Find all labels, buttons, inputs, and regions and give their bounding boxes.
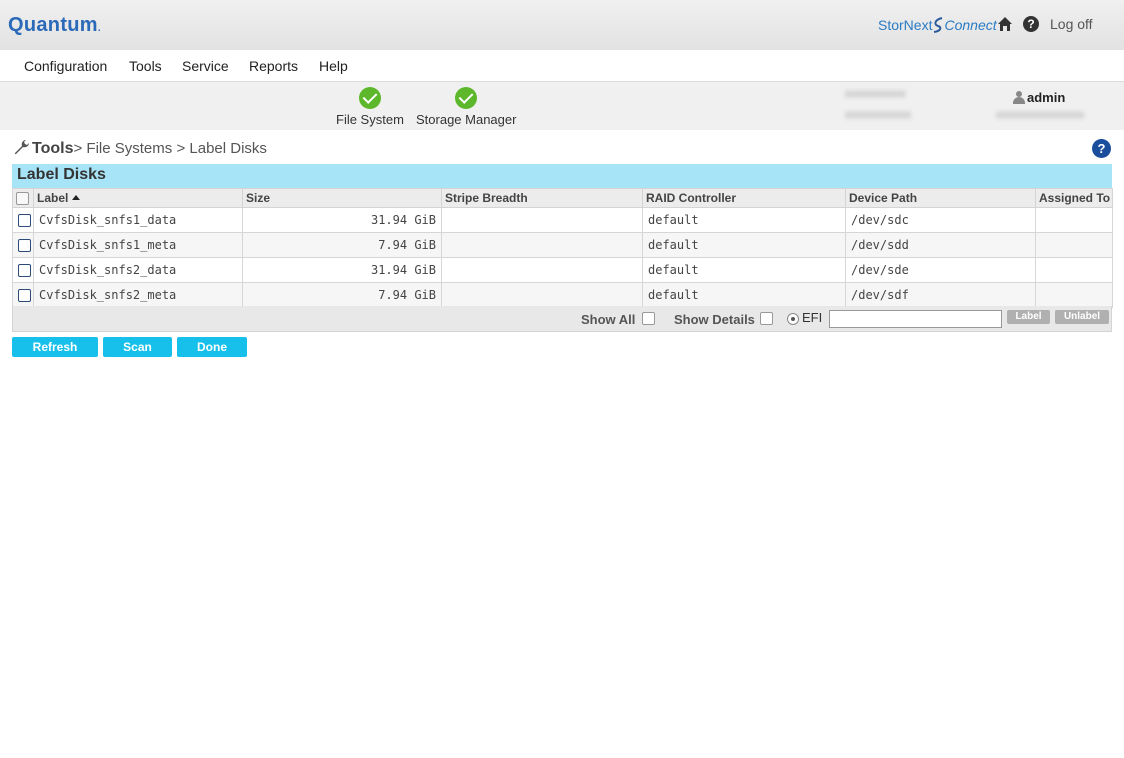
cell-size: 7.94 GiB (242, 282, 442, 308)
cell-raid-controller: default (642, 257, 846, 283)
row-checkbox[interactable] (18, 239, 31, 252)
main-menu: Configuration Tools Service Reports Help (0, 50, 1124, 82)
menu-help[interactable]: Help (319, 58, 348, 74)
status-label: Storage Manager (416, 112, 517, 127)
cell-stripe-breadth (441, 282, 643, 308)
column-header-raid-controller[interactable]: RAID Controller (642, 188, 846, 208)
user-name: admin (1027, 90, 1066, 105)
cell-stripe-breadth (441, 207, 643, 233)
row-select-cell (12, 282, 34, 308)
breadcrumb-separator: > (172, 140, 190, 157)
table-row[interactable]: CvfsDisk_snfs2_meta 7.94 GiB default /de… (12, 282, 1113, 308)
unlabel-button[interactable]: Unlabel (1055, 310, 1109, 324)
column-header-size[interactable]: Size (242, 188, 442, 208)
cell-device-path: /dev/sdc (845, 207, 1036, 233)
menu-tools[interactable]: Tools (129, 58, 162, 74)
done-button[interactable]: Done (177, 337, 247, 357)
redacted-hostname: xxxxxxxxxxx (845, 88, 906, 100)
cell-size: 31.94 GiB (242, 207, 442, 233)
breadcrumb-tools[interactable]: Tools (32, 140, 73, 157)
show-details-label: Show Details (674, 312, 755, 327)
label-button[interactable]: Label (1007, 310, 1050, 324)
table-header-row: Label Size Stripe Breadth RAID Controlle… (12, 188, 1113, 208)
cell-device-path: /dev/sde (845, 257, 1036, 283)
row-checkbox[interactable] (18, 264, 31, 277)
connect-label: Connect (944, 17, 997, 33)
user-icon (1013, 91, 1025, 104)
breadcrumb-separator: > (73, 140, 87, 157)
row-checkbox[interactable] (18, 214, 31, 227)
cell-assigned-to (1035, 207, 1113, 233)
cell-label: CvfsDisk_snfs2_data (33, 257, 243, 283)
row-select-cell (12, 232, 34, 258)
redacted-serial: xxxxxxxxxxxxxxxx (996, 109, 1084, 121)
help-icon[interactable]: ? (1023, 16, 1039, 32)
status-label: File System (336, 112, 404, 127)
column-header-label[interactable]: Label (33, 188, 243, 208)
cell-device-path: /dev/sdf (845, 282, 1036, 308)
breadcrumb: Tools> File Systems > Label Disks (12, 138, 267, 158)
cell-raid-controller: default (642, 282, 846, 308)
efi-label: EFI (802, 310, 823, 325)
ok-check-icon (455, 87, 478, 109)
menu-reports[interactable]: Reports (249, 58, 298, 74)
table-row[interactable]: CvfsDisk_snfs1_data 31.94 GiB default /d… (12, 207, 1113, 233)
cell-size: 31.94 GiB (242, 257, 442, 283)
ok-check-icon (358, 87, 381, 109)
stornext-connect-logo[interactable]: StorNext Connect (878, 17, 997, 33)
cell-stripe-breadth (441, 232, 643, 258)
refresh-button[interactable]: Refresh (12, 337, 98, 357)
cell-assigned-to (1035, 257, 1113, 283)
top-header: Quantum. StorNext Connect ? Log off (0, 0, 1124, 50)
redacted-ip: xxxxxxxxxxxx (845, 109, 911, 121)
cell-raid-controller: default (642, 207, 846, 233)
cell-label: CvfsDisk_snfs2_meta (33, 282, 243, 308)
efi-radio[interactable] (787, 313, 799, 325)
label-name-input[interactable] (829, 310, 1002, 328)
scan-button[interactable]: Scan (103, 337, 172, 357)
panel-title: Label Disks (12, 164, 1112, 188)
column-header-device-path[interactable]: Device Path (845, 188, 1036, 208)
cell-assigned-to (1035, 232, 1113, 258)
menu-configuration[interactable]: Configuration (24, 58, 107, 74)
status-bar: File System Storage Manager xxxxxxxxxxx … (0, 82, 1124, 130)
quantum-logo[interactable]: Quantum. (8, 14, 101, 37)
status-storage-manager[interactable]: Storage Manager (416, 87, 516, 127)
show-all-label: Show All (581, 312, 636, 327)
breadcrumb-label-disks: Label Disks (189, 140, 267, 157)
cell-assigned-to (1035, 282, 1113, 308)
cell-device-path: /dev/sdd (845, 232, 1036, 258)
sort-ascending-icon (72, 195, 81, 200)
column-header-assigned-to[interactable]: Assigned To (1035, 188, 1113, 208)
row-select-cell (12, 207, 34, 233)
page-help-icon[interactable]: ? (1092, 139, 1111, 158)
logoff-link[interactable]: Log off (1050, 16, 1093, 32)
stornext-label: StorNext (878, 17, 933, 33)
show-details-checkbox[interactable] (760, 312, 773, 325)
row-select-cell (12, 257, 34, 283)
cell-size: 7.94 GiB (242, 232, 442, 258)
cell-label: CvfsDisk_snfs1_data (33, 207, 243, 233)
table-row[interactable]: CvfsDisk_snfs1_meta 7.94 GiB default /de… (12, 232, 1113, 258)
show-all-checkbox[interactable] (642, 312, 655, 325)
column-header-stripe-breadth[interactable]: Stripe Breadth (441, 188, 643, 208)
cell-stripe-breadth (441, 257, 643, 283)
select-all-checkbox[interactable] (16, 192, 29, 206)
disk-table: Label Size Stripe Breadth RAID Controlle… (12, 188, 1113, 308)
wrench-icon (14, 140, 29, 155)
cell-label: CvfsDisk_snfs1_meta (33, 232, 243, 258)
row-checkbox[interactable] (18, 289, 31, 302)
table-row[interactable]: CvfsDisk_snfs2_data 31.94 GiB default /d… (12, 257, 1113, 283)
table-footer-toolbar: Show All Show Details EFI Label Unlabel (12, 306, 1112, 332)
cell-raid-controller: default (642, 232, 846, 258)
breadcrumb-file-systems[interactable]: File Systems (86, 140, 172, 157)
menu-service[interactable]: Service (182, 58, 229, 74)
current-user[interactable]: admin (1013, 90, 1065, 105)
home-icon[interactable] (997, 16, 1013, 32)
connect-swoosh-icon (934, 17, 943, 33)
status-file-system[interactable]: File System (336, 87, 404, 127)
select-all-cell (12, 188, 34, 208)
